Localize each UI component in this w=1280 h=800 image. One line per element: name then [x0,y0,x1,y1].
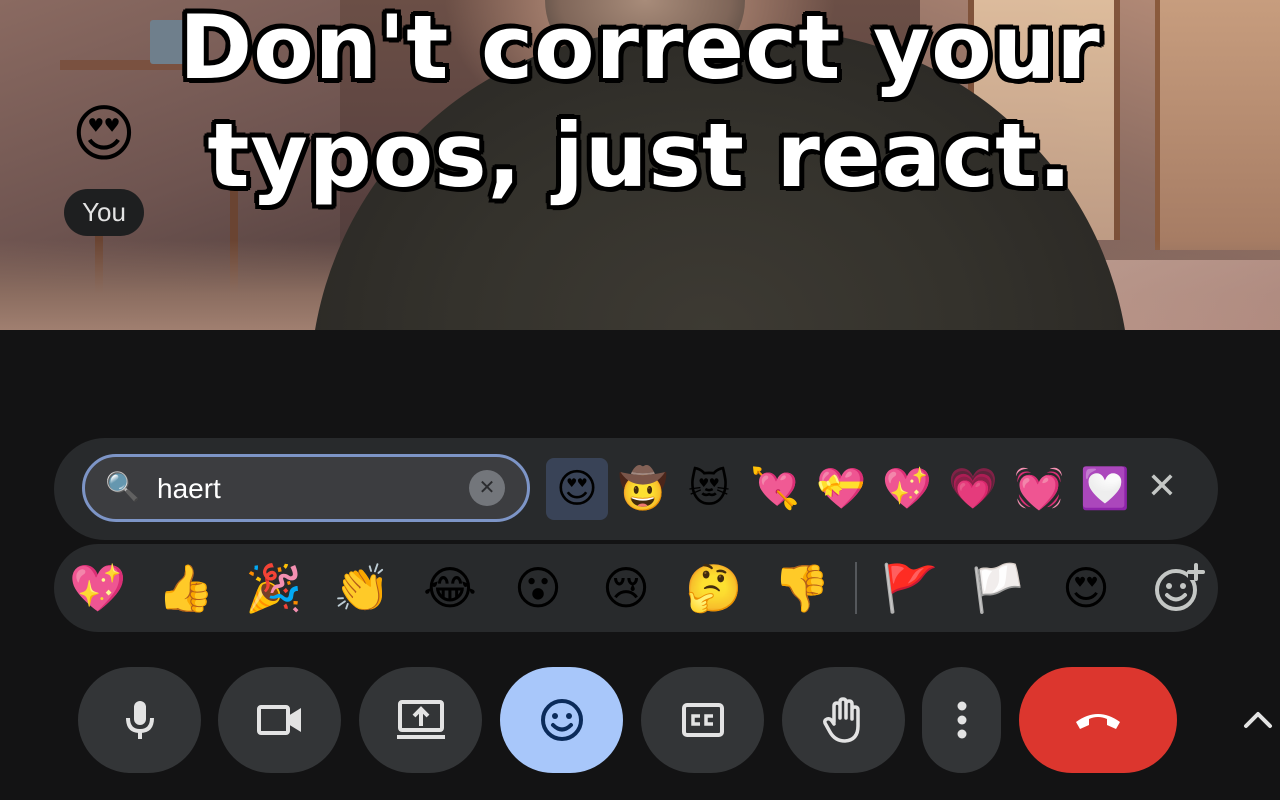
floating-reaction: 😍 You [60,95,148,236]
emoji-search-panel: 🔍 ✕ 😍 🤠 😻 💘 💝 💖 💗 💓 💟 ✕ [54,438,1218,540]
quick-reaction[interactable]: 🚩 [880,558,940,618]
closed-captions-icon [681,703,724,737]
quick-reaction[interactable]: 💖 [68,558,128,618]
quick-reaction[interactable]: 👏 [332,558,392,618]
hang-up-icon [1076,714,1120,729]
present-button[interactable] [359,667,482,773]
emoji-result[interactable]: 😻 [678,458,740,520]
reactions-divider [855,562,857,614]
emoji-result[interactable]: 😍 [546,458,608,520]
caption-line: typos, just react. [207,104,1073,207]
emoji-search-input[interactable] [155,467,459,511]
reactions-button[interactable] [500,667,623,773]
emoji-result[interactable]: 💓 [1008,458,1070,520]
caption-line: Don't correct your [179,0,1101,99]
emoji-result[interactable]: 🤠 [612,458,674,520]
video-camera-icon [256,705,301,735]
quick-reaction[interactable]: 🏳️ [968,558,1028,618]
emoji-result[interactable]: 💖 [876,458,938,520]
emoji-search-results: 😍 🤠 😻 💘 💝 💖 💗 💓 💟 [546,458,1140,520]
emoji-result[interactable]: 💟 [1074,458,1136,520]
emoji-result[interactable]: 💘 [744,458,806,520]
more-vert-icon [957,701,966,739]
microphone-button[interactable] [78,667,201,773]
mic-icon [125,701,154,739]
emoji-search-box[interactable]: 🔍 ✕ [82,454,530,522]
quick-reaction[interactable]: 🤔 [684,558,744,618]
raise-hand-button[interactable] [782,667,905,773]
quick-reactions-bar: 💖 👍 🎉 👏 😂 😮 😢 🤔 👎 🚩 🏳️ 😍 [54,544,1218,632]
present-screen-icon [396,700,445,739]
leave-call-button[interactable] [1019,667,1177,773]
quick-reaction[interactable]: 👍 [156,558,216,618]
close-picker-icon[interactable]: ✕ [1142,466,1182,506]
emoji-result[interactable]: 💗 [942,458,1004,520]
quick-reaction[interactable]: 👎 [772,558,832,618]
camera-button[interactable] [218,667,341,773]
captions-button[interactable] [641,667,764,773]
hand-icon [822,697,860,743]
video-caption-overlay: Don't correct your typos, just react. [0,0,1280,210]
search-icon: 🔍 [105,471,140,502]
smiley-icon [540,699,583,741]
quick-reaction[interactable]: 😂 [420,558,480,618]
chevron-up-icon[interactable] [1238,700,1278,740]
quick-reaction[interactable]: 😢 [596,558,656,618]
quick-reaction[interactable]: 😮 [508,558,568,618]
clear-search-icon[interactable]: ✕ [469,470,505,506]
reaction-sender-label: You [64,189,144,236]
quick-reaction[interactable]: 😍 [1056,558,1116,618]
reaction-emoji: 😍 [71,100,137,169]
video-feed: Don't correct your typos, just react. 😍 … [0,0,1280,330]
quick-reaction[interactable]: 🎉 [244,558,304,618]
more-options-button[interactable] [922,667,1001,773]
add-reaction-icon[interactable] [1148,558,1208,618]
emoji-result[interactable]: 💝 [810,458,872,520]
